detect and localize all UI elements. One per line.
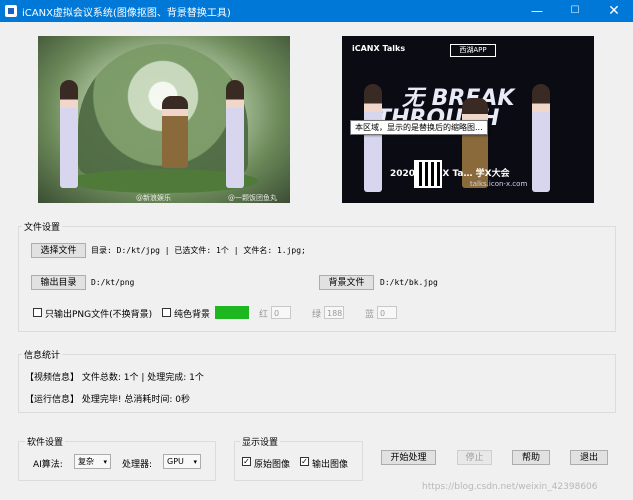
person-figure — [162, 96, 188, 168]
person-figure — [532, 84, 550, 192]
start-processing-button[interactable]: 开始处理 — [381, 450, 436, 465]
png-only-label: 只输出PNG文件(不换背景) — [45, 310, 153, 320]
maximize-button[interactable]: ☐ — [556, 0, 594, 22]
select-file-button[interactable]: 选择文件 — [31, 243, 86, 258]
person-figure — [364, 84, 382, 192]
show-output-checkbox[interactable]: ✓ — [300, 457, 309, 466]
solid-background-checkbox[interactable] — [162, 308, 171, 317]
window-title: iCANX虚拟会议系统(图像抠图、背景替换工具) — [22, 8, 231, 19]
help-button[interactable]: 帮助 — [512, 450, 550, 465]
person-figure — [226, 80, 244, 188]
processor-label: 处理器: — [122, 460, 153, 470]
show-original-label: 原始图像 — [254, 460, 291, 470]
file-settings-title: 文件设置 — [22, 220, 63, 233]
chevron-down-icon: ▾ — [103, 458, 107, 466]
show-original-checkbox[interactable]: ✓ — [242, 457, 251, 466]
green-label: 绿 — [312, 310, 322, 320]
minimize-button[interactable]: — — [518, 0, 556, 22]
output-dir-button[interactable]: 输出目录 — [31, 275, 86, 290]
png-only-checkbox[interactable] — [33, 308, 42, 317]
exit-button[interactable]: 退出 — [570, 450, 608, 465]
chevron-down-icon: ▾ — [193, 458, 197, 466]
icanx-logo: iCANX Talks — [352, 44, 406, 53]
processor-value: GPU — [167, 457, 184, 466]
poster-url: talks.icon-x.com — [470, 180, 528, 188]
poster-slogan: 2020 iCANX Ta… 学X大会 — [390, 169, 510, 179]
solid-background-label: 纯色背景 — [174, 310, 211, 320]
red-value-input[interactable]: 0 — [271, 306, 291, 319]
preview-tooltip: 本区域，显示的是替换后的缩略图... — [350, 120, 488, 135]
show-output-label: 输出图像 — [312, 460, 349, 470]
output-dir-path: D:/kt/png — [91, 278, 135, 287]
video-info-text: 【视频信息】 文件总数: 1个 | 处理完成: 1个 — [25, 373, 204, 383]
algorithm-select[interactable]: 复杂 ▾ — [74, 454, 111, 469]
blue-label: 蓝 — [365, 310, 375, 320]
run-info-text: 【运行信息】 处理完毕! 总消耗时间: 0秒 — [25, 395, 190, 405]
algorithm-label: AI算法: — [33, 460, 63, 470]
display-settings-title: 显示设置 — [240, 435, 281, 448]
title-bar: iCANX虚拟会议系统(图像抠图、背景替换工具) — ☐ ✕ — [0, 0, 633, 22]
algorithm-value: 复杂 — [78, 457, 94, 466]
color-swatch[interactable] — [215, 306, 249, 319]
blue-value-input[interactable]: 0 — [377, 306, 397, 319]
info-title: 信息统计 — [22, 348, 63, 361]
close-button[interactable]: ✕ — [595, 0, 633, 22]
app-badge: 西湖APP — [450, 44, 496, 57]
person-figure — [60, 80, 78, 188]
blog-watermark: https://blog.csdn.net/weixin_42398606 — [422, 482, 598, 492]
image-watermark: @新浪娱乐 — [136, 194, 171, 202]
processor-select[interactable]: GPU ▾ — [163, 454, 201, 469]
green-value-input[interactable]: 188 — [324, 306, 344, 319]
red-label: 红 — [259, 310, 269, 320]
image-watermark: @一颗饭团鱼丸 — [228, 194, 277, 202]
qr-code-icon — [414, 160, 442, 188]
background-file-button[interactable]: 背景文件 — [319, 275, 374, 290]
app-icon — [5, 5, 17, 17]
software-settings-title: 软件设置 — [25, 435, 66, 448]
background-file-path: D:/kt/bk.jpg — [380, 278, 438, 287]
file-info-text: 目录: D:/kt/jpg | 已选文件: 1个 | 文件名: 1.jpg; — [91, 246, 306, 255]
original-image-preview: @新浪娱乐 @一颗饭团鱼丸 — [38, 36, 290, 203]
stop-button[interactable]: 停止 — [457, 450, 492, 465]
